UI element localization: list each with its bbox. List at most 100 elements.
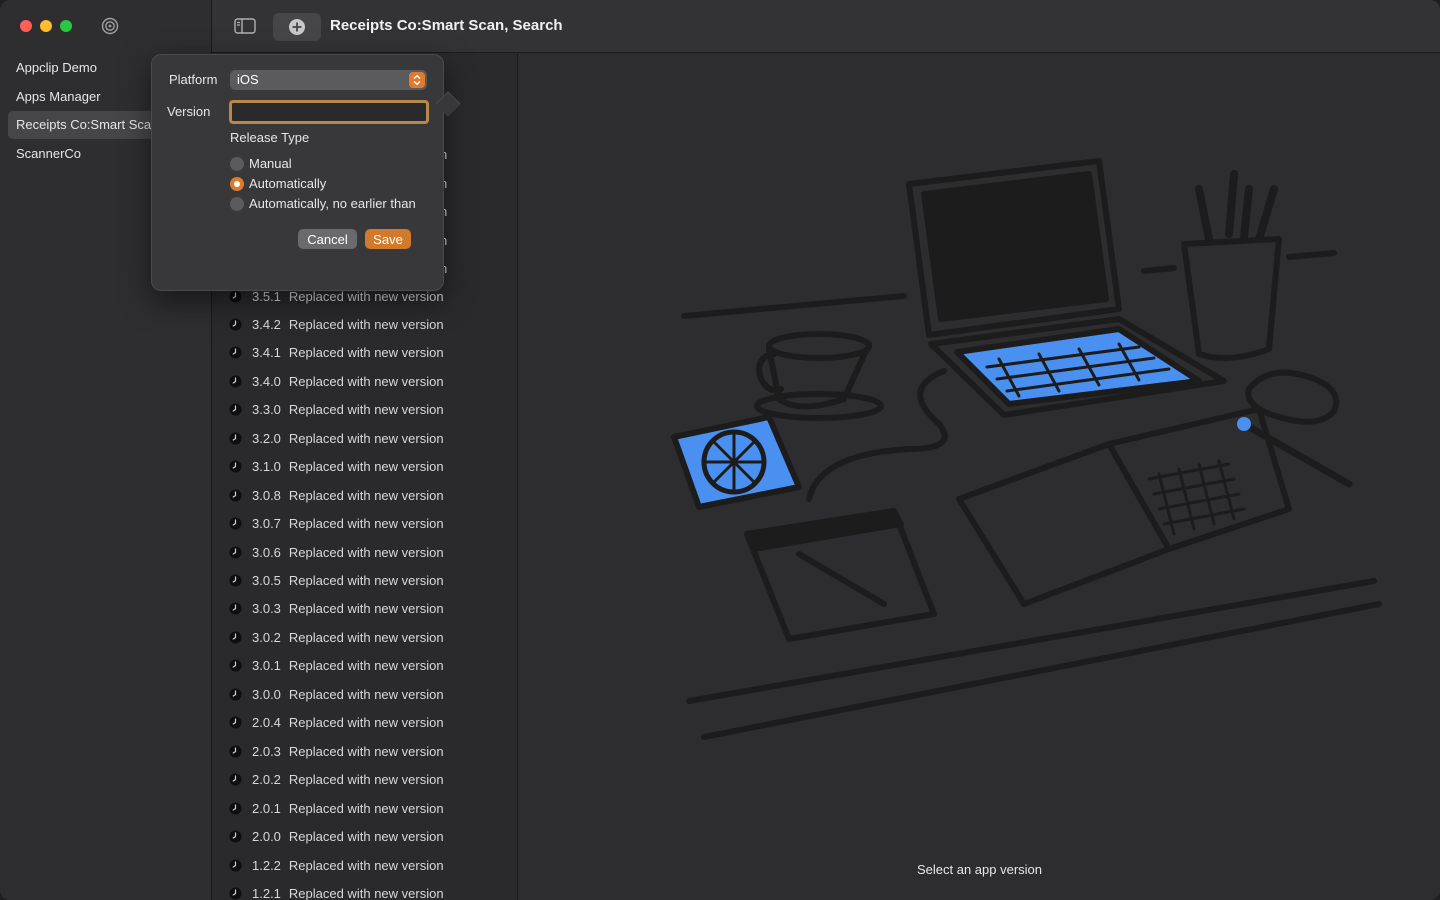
version-status: Replaced with new version (288, 459, 444, 475)
list-item[interactable]: 3.4.1 Replaced with new version (229, 339, 444, 367)
minimize-window-button[interactable] (40, 20, 52, 32)
detail-placeholder-text: Select an app version (916, 862, 1043, 877)
list-item[interactable]: 3.0.2 Replaced with new version (229, 623, 444, 651)
version-label: Version (167, 104, 211, 119)
close-window-button[interactable] (20, 20, 32, 32)
clock-icon (229, 745, 242, 758)
version-status: Replaced with new version (288, 715, 444, 731)
clock-icon (229, 489, 242, 502)
version-number: 3.0.5 (252, 573, 281, 588)
clock-icon (229, 375, 242, 388)
version-number: 3.0.0 (252, 686, 281, 702)
version-status: Replaced with new version (288, 373, 444, 389)
version-status: Replaced with new version (288, 402, 444, 418)
list-item[interactable]: 2.0.0 Replaced with new version (229, 823, 444, 851)
version-number: 3.4.2 (252, 316, 281, 332)
chevron-up-down-icon (409, 72, 425, 88)
clock-icon (229, 688, 242, 701)
list-item[interactable]: 3.4.0 Replaced with new version (229, 367, 444, 395)
clock-icon (229, 346, 242, 359)
version-status: Replaced with new version (288, 516, 444, 532)
version-status: Replaced with new version (288, 658, 444, 674)
clock-icon (229, 602, 242, 615)
platform-select-value: iOS (237, 72, 259, 87)
version-status: Replaced with new version (288, 430, 444, 446)
list-item[interactable]: 3.0.6 Replaced with new version (229, 538, 444, 566)
version-status: Replaced with new version (288, 487, 444, 503)
clock-icon (229, 887, 242, 900)
version-status: Replaced with new version (288, 345, 444, 361)
version-status: Replaced with new version (288, 829, 444, 845)
version-status: Replaced with new version (288, 800, 444, 816)
save-button[interactable]: Save (365, 229, 411, 249)
version-number: 3.2.0 (252, 430, 281, 446)
clock-icon (229, 546, 242, 559)
radio-label: Manual (249, 156, 292, 171)
version-number: 2.0.0 (252, 829, 281, 845)
platform-select[interactable]: iOS (230, 70, 427, 90)
zoom-window-button[interactable] (60, 20, 72, 32)
version-status: Replaced with new version (288, 544, 444, 560)
version-status: Replaced with new version (288, 857, 444, 873)
platform-label: Platform (169, 72, 218, 87)
version-status: Replaced with new version (288, 885, 444, 900)
list-item[interactable]: 2.0.4 Replaced with new version (229, 709, 444, 737)
release-type-label: Release Type (230, 130, 310, 145)
add-version-button[interactable] (273, 13, 321, 41)
target-icon[interactable] (101, 17, 119, 35)
version-number: 3.0.2 (252, 629, 281, 645)
list-item[interactable]: 3.4.2 Replaced with new version (229, 310, 444, 338)
clock-icon (229, 432, 242, 445)
clock-icon (229, 631, 242, 644)
clock-icon (229, 659, 242, 672)
version-number: 3.1.0 (252, 459, 281, 475)
radio-manual[interactable]: Manual (230, 156, 292, 171)
clock-icon (229, 830, 242, 843)
radio-automatically-no-earlier[interactable]: Automatically, no earlier than (230, 196, 416, 211)
list-item[interactable]: 2.0.2 Replaced with new version (229, 766, 444, 794)
list-item[interactable]: 3.0.0 Replaced with new version (229, 680, 444, 708)
list-item[interactable]: 3.0.1 Replaced with new version (229, 652, 444, 680)
list-item[interactable]: 3.0.7 Replaced with new version (229, 510, 444, 538)
clock-icon (229, 773, 242, 786)
list-item[interactable]: 3.3.0 Replaced with new version (229, 396, 444, 424)
plus-circle-icon (289, 19, 305, 35)
radio-label: Automatically, no earlier than (249, 196, 416, 211)
radio-button[interactable] (230, 156, 244, 171)
list-item[interactable]: 2.0.3 Replaced with new version (229, 737, 444, 765)
version-number: 2.0.4 (252, 715, 281, 731)
window-controls (20, 20, 72, 32)
cancel-button[interactable]: Cancel (298, 229, 357, 249)
list-item[interactable]: 2.0.1 Replaced with new version (229, 794, 444, 822)
radio-automatically[interactable]: Automatically (230, 176, 326, 191)
radio-button[interactable] (230, 196, 244, 211)
sidebar-left-icon[interactable] (234, 17, 256, 35)
list-item[interactable]: 1.2.2 Replaced with new version (229, 851, 444, 879)
list-item[interactable]: 3.0.3 Replaced with new version (229, 595, 444, 623)
version-status: Replaced with new version (288, 629, 444, 645)
version-status: Replaced with new version (288, 316, 444, 332)
version-number: 3.4.0 (252, 373, 281, 389)
radio-button-selected[interactable] (230, 176, 244, 191)
list-item[interactable]: 3.2.0 Replaced with new version (229, 424, 444, 452)
desk-illustration (671, 158, 1382, 740)
version-number: 3.0.7 (252, 516, 281, 532)
version-input[interactable] (229, 100, 429, 124)
version-number: 1.2.2 (252, 857, 281, 873)
list-item[interactable]: 3.1.0 Replaced with new version (229, 453, 444, 481)
clock-icon (229, 460, 242, 473)
version-status: Replaced with new version (288, 686, 444, 702)
list-item[interactable]: 3.0.5 Replaced with new version (229, 567, 444, 595)
clock-icon (229, 802, 242, 815)
version-number: 2.0.2 (252, 772, 281, 788)
clock-icon (229, 318, 242, 331)
version-number: 2.0.1 (252, 800, 281, 816)
list-item[interactable]: 1.2.1 Replaced with new version (229, 879, 444, 900)
version-number: 3.0.6 (252, 544, 281, 560)
version-status: Replaced with new version (288, 772, 444, 788)
app-window: Appclip Demo Apps Manager Receipts Co:Sm… (0, 0, 1440, 900)
version-number: 1.2.1 (252, 885, 281, 900)
clock-icon (229, 716, 242, 729)
list-item[interactable]: 3.0.8 Replaced with new version (229, 481, 444, 509)
version-number: 3.3.0 (252, 402, 281, 418)
